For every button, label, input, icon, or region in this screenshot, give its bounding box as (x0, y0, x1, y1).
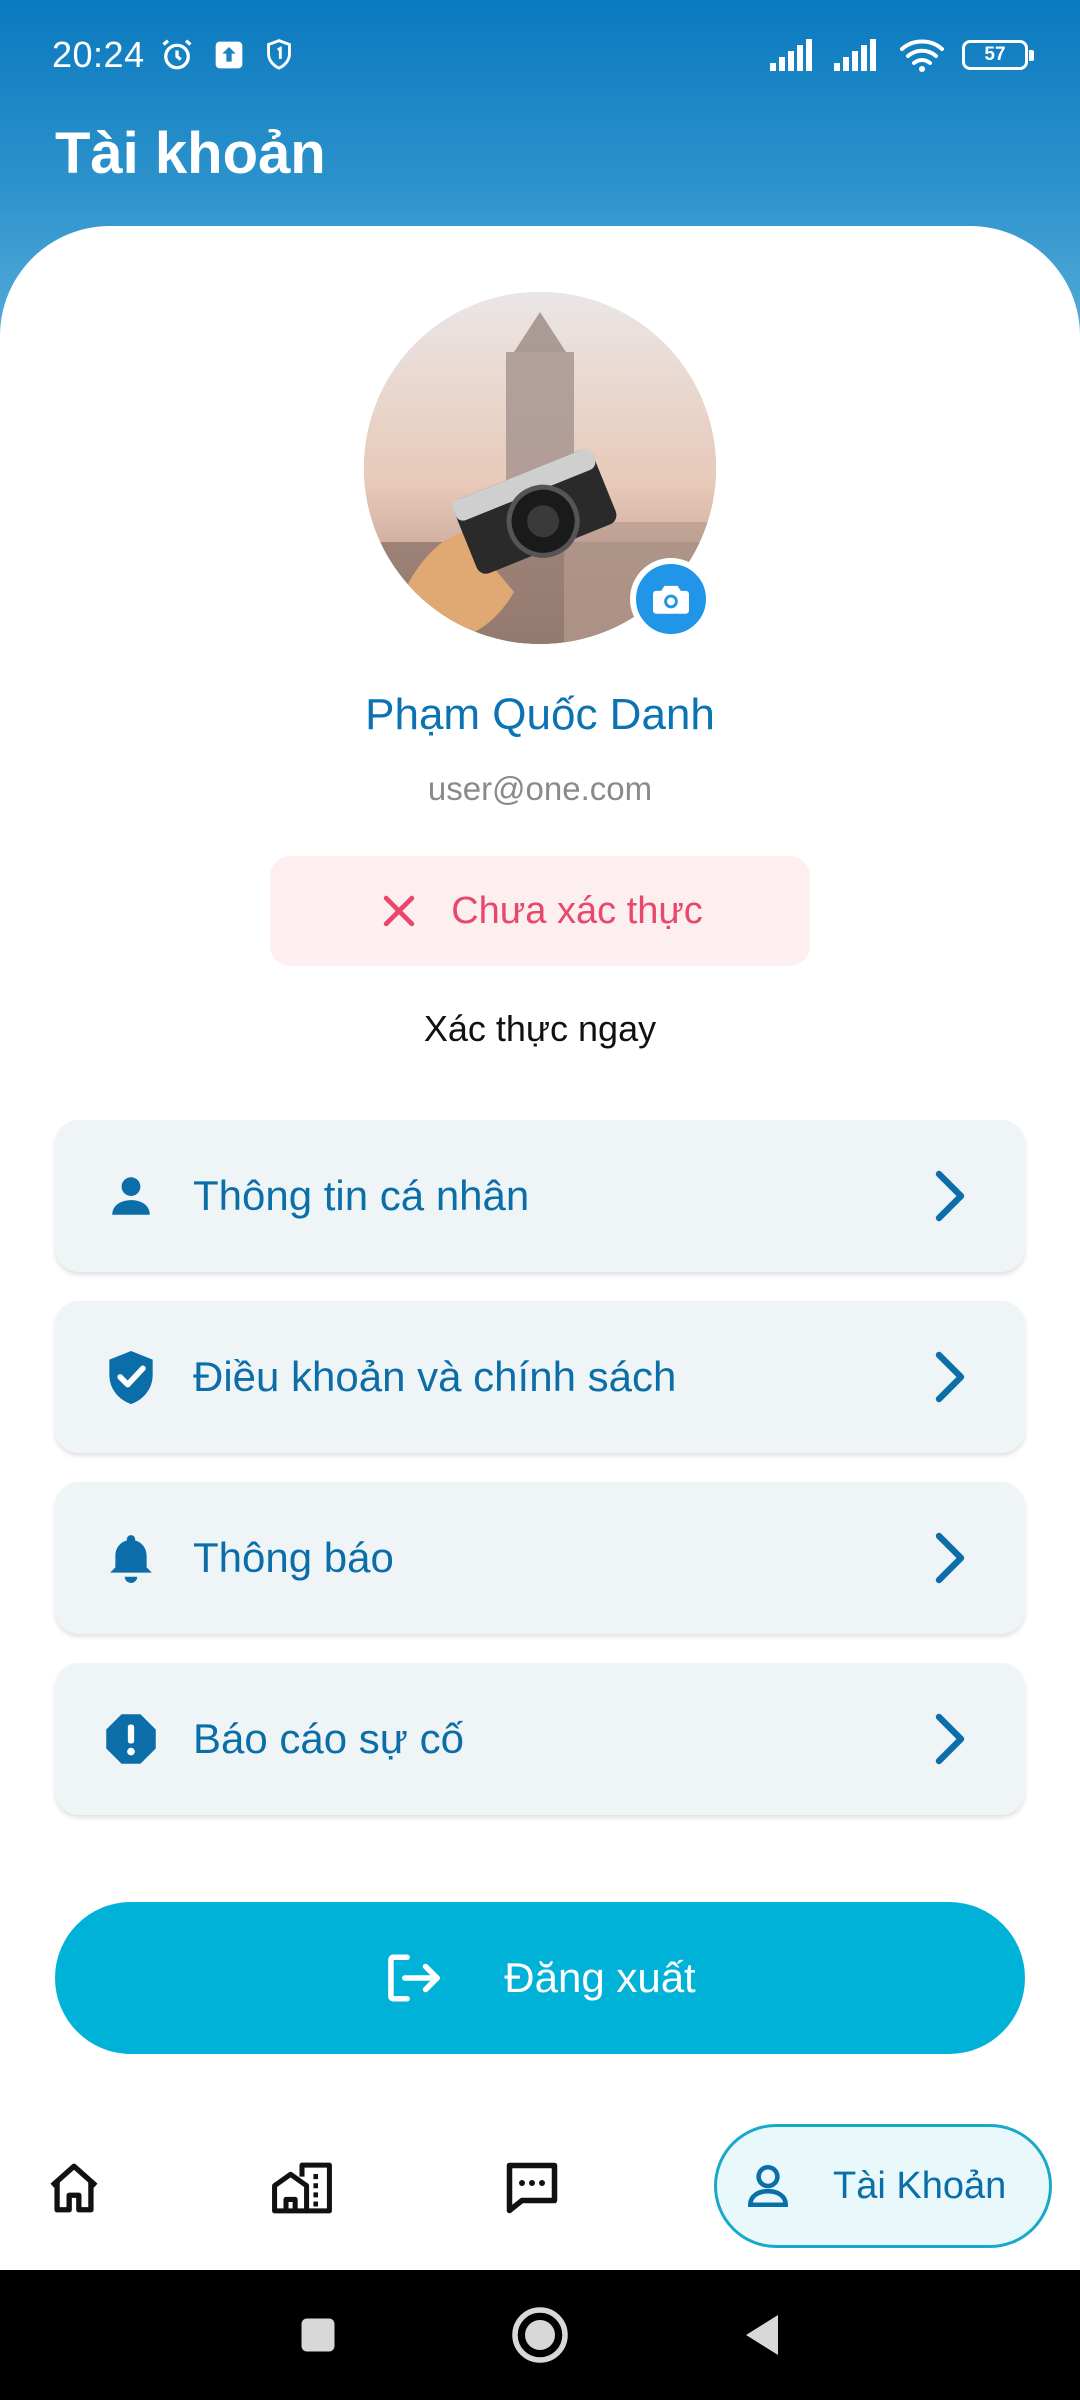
chat-icon (506, 2162, 558, 2214)
menu-item-report-issue[interactable]: Báo cáo sự cố (55, 1663, 1025, 1815)
menu-item-personal-info[interactable]: Thông tin cá nhân (55, 1120, 1025, 1272)
menu-item-label: Báo cáo sự cố (193, 1715, 464, 1762)
chevron-right-icon (927, 1528, 975, 1588)
menu-item-label: Thông tin cá nhân (193, 1172, 530, 1219)
verify-now-link[interactable]: Xác thực ngay (0, 1008, 1080, 1050)
camera-icon (653, 585, 689, 614)
upload-icon (215, 41, 242, 69)
logout-button[interactable]: Đăng xuất (55, 1902, 1025, 2054)
nav-account-label: Tài Khoản (833, 2164, 1007, 2207)
user-email: user@one.com (427, 770, 653, 807)
nav-home[interactable] (36, 2150, 112, 2226)
nav-account[interactable]: Tài Khoản (714, 2124, 1052, 2248)
recent-apps-icon[interactable] (296, 2313, 340, 2357)
menu-item-label: Điều khoản và chính sách (193, 1353, 677, 1400)
page-title: Tài khoản (55, 121, 326, 186)
change-avatar-button[interactable] (630, 558, 712, 640)
back-icon[interactable] (740, 2311, 784, 2359)
battery-level: 57 (984, 44, 1006, 65)
verification-status-badge: Chưa xác thực (270, 856, 810, 966)
status-bar: 20:24 57 (0, 0, 1080, 110)
wifi-icon (900, 39, 944, 72)
home-icon (50, 2163, 98, 2213)
battery-icon: 57 (962, 40, 1034, 70)
user-name: Phạm Quốc Danh (365, 690, 715, 739)
buildings-icon (272, 2162, 332, 2214)
logout-label: Đăng xuất (504, 1954, 696, 2001)
avatar-container[interactable] (364, 292, 716, 644)
person-icon (103, 1168, 159, 1224)
chevron-right-icon (927, 1166, 975, 1226)
status-time: 20:24 (52, 34, 145, 75)
shield-check-icon (103, 1349, 159, 1405)
close-icon (384, 895, 415, 927)
status-left-icons (159, 37, 295, 73)
nav-buildings[interactable] (264, 2150, 340, 2226)
alert-octagon-icon (103, 1711, 159, 1767)
logout-icon (388, 1954, 441, 2002)
verification-status-label: Chưa xác thực (451, 889, 703, 932)
signal-icon-1 (770, 39, 812, 71)
menu-item-label: Thông báo (193, 1534, 394, 1581)
account-icon (747, 2164, 789, 2208)
bell-icon (103, 1530, 159, 1586)
signal-icon-2 (834, 39, 876, 71)
alarm-icon (162, 39, 192, 70)
menu-item-notifications[interactable]: Thông báo (55, 1482, 1025, 1634)
status-right-icons: 57 (770, 37, 1034, 73)
home-button-icon[interactable] (510, 2305, 570, 2365)
menu-item-terms-policy[interactable]: Điều khoản và chính sách (55, 1301, 1025, 1453)
bottom-navigation: Tài Khoản (0, 2110, 1080, 2270)
system-navigation-bar (0, 2270, 1080, 2400)
shield-notification-icon (266, 39, 291, 70)
nav-messages[interactable] (494, 2150, 570, 2226)
chevron-right-icon (927, 1347, 975, 1407)
chevron-right-icon (927, 1709, 975, 1769)
